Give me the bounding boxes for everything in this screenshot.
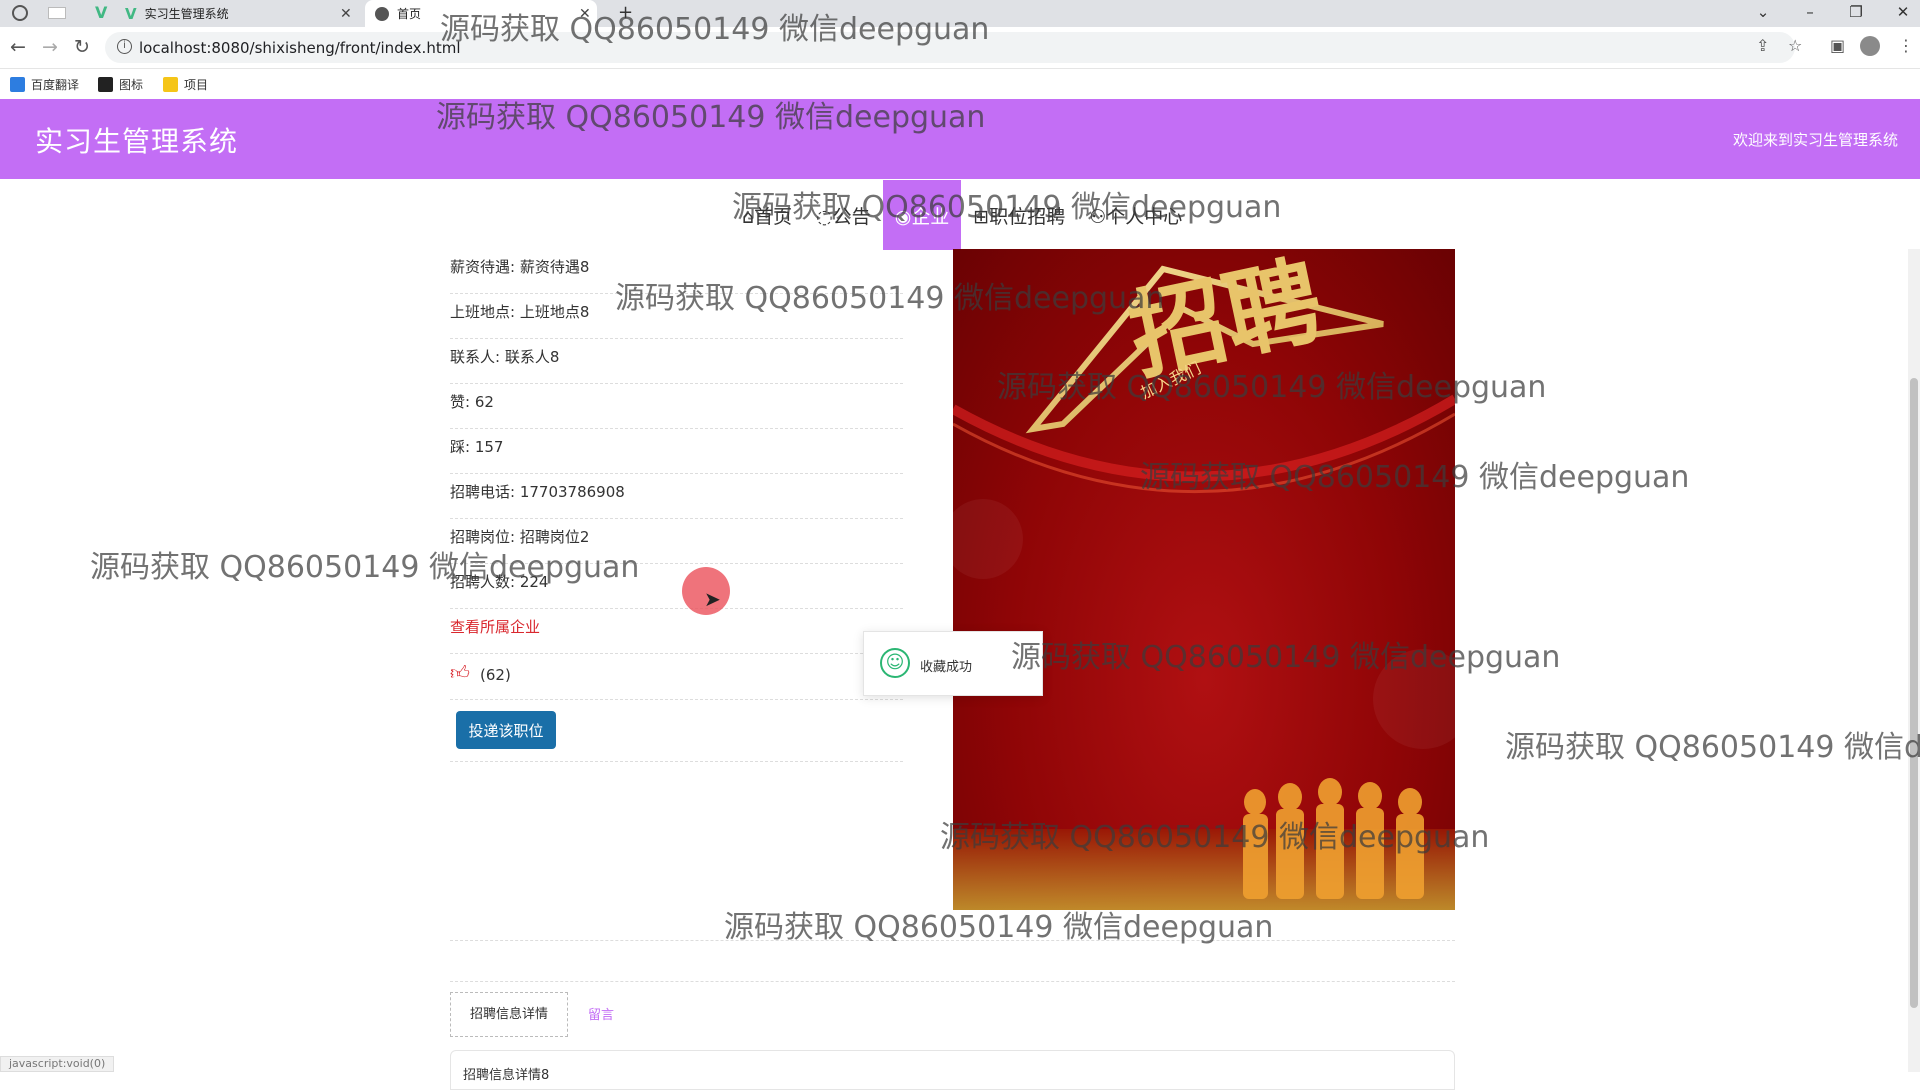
bookmark-label: 图标 (119, 78, 144, 92)
toast-message: 收藏成功 (920, 660, 973, 675)
watermark: 源码获取 QQ86050149 微信deepguan (440, 12, 990, 47)
watermark: 源码获取 QQ86050149 微信deepguan (1140, 460, 1690, 495)
site-title: 实习生管理系统 (35, 125, 239, 158)
bookmark-icons[interactable]: 图标 (98, 76, 143, 93)
bookmark-baidu-translate[interactable]: 百度翻译 (10, 76, 79, 93)
watermark: 源码获取 QQ86050149 微信deepguan (436, 100, 986, 135)
star-icon[interactable]: ☆ (1788, 36, 1802, 55)
watermark: 源码获取 QQ86050149 微信deepguan (1505, 730, 1920, 765)
like-row: 👍︎ (62) (450, 650, 903, 700)
contact-row: 联系人: 联系人8 (450, 339, 903, 384)
back-icon[interactable]: ← (6, 36, 30, 58)
share-icon[interactable]: ⇪ (1756, 36, 1769, 55)
phone-row: 招聘电话: 17703786908 (450, 474, 903, 519)
smile-icon: ☺ (880, 648, 910, 678)
detail-content-text: 招聘信息详情8 (463, 1068, 550, 1083)
info-icon[interactable]: i (117, 39, 132, 54)
watermark: 源码获取 QQ86050149 微信deepguan (90, 550, 640, 585)
menu-icon[interactable]: ⋮ (1898, 36, 1914, 55)
view-company-row: 查看所属企业 (450, 609, 903, 654)
bookmark-project[interactable]: 项目 (163, 76, 208, 93)
bookmark-label: 项目 (184, 78, 209, 92)
vue-icon: V (125, 4, 137, 23)
vue-icon[interactable]: V (95, 3, 107, 22)
profile-icon[interactable] (1860, 36, 1880, 56)
tab-label: 实习生管理系统 (144, 7, 229, 21)
watermark: 源码获取 QQ86050149 微信deepguan (732, 190, 1282, 225)
recruitment-poster: 招聘 加入我们 (953, 249, 1455, 910)
image-icon (98, 77, 113, 92)
watermark: 源码获取 QQ86050149 微信deepguan (724, 910, 1274, 945)
minimize-icon[interactable]: – (1795, 3, 1825, 21)
folder-icon (163, 77, 178, 92)
watermark: 源码获取 QQ86050149 微信deepguan (615, 281, 1165, 316)
globe-icon[interactable] (12, 5, 28, 21)
cursor-icon: ➤ (704, 587, 721, 611)
thumbs-up-icon[interactable]: 👍︎ (450, 662, 470, 685)
apply-job-button[interactable]: 投递该职位 (456, 711, 556, 749)
tab-job-detail[interactable]: 招聘信息详情 (450, 992, 568, 1037)
detail-content: 招聘信息详情8 (450, 1050, 1455, 1090)
welcome-text: 欢迎来到实习生管理系统 (1732, 131, 1898, 149)
divider (450, 761, 903, 762)
restore-icon[interactable]: ❐ (1841, 3, 1871, 21)
status-bar: javascript:void(0) (0, 1056, 115, 1072)
bookmark-label: 百度翻译 (31, 78, 80, 92)
watermark: 源码获取 QQ86050149 微信deepguan (1011, 640, 1561, 675)
reload-icon[interactable]: ↻ (70, 36, 94, 58)
globe-icon (375, 6, 389, 21)
blank-tab-icon[interactable] (48, 7, 66, 19)
divider (450, 981, 1455, 982)
forward-icon[interactable]: → (38, 36, 62, 58)
likes-row: 赞: 62 (450, 384, 903, 429)
close-icon[interactable]: ✕ (340, 6, 352, 22)
tab-comments[interactable]: 留言 (588, 1004, 614, 1023)
scrollbar-thumb[interactable] (1910, 378, 1918, 1008)
watermark: 源码获取 QQ86050149 微信deepguan (940, 820, 1490, 855)
url-text[interactable]: localhost:8080/shixisheng/front/index.ht… (139, 39, 461, 57)
dislikes-row: 踩: 157 (450, 429, 903, 474)
tab-search-icon[interactable]: ⌄ (1748, 3, 1778, 21)
like-count: (62) (480, 666, 511, 684)
sidepanel-icon[interactable]: ▣ (1830, 36, 1845, 55)
watermark: 源码获取 QQ86050149 微信deepguan (997, 370, 1547, 405)
close-window-icon[interactable]: ✕ (1888, 3, 1918, 21)
translate-icon (10, 77, 25, 92)
view-company-link[interactable]: 查看所属企业 (450, 618, 540, 636)
tab-label: 首页 (397, 7, 422, 21)
tab-internship-system[interactable]: V 实习生管理系统 ✕ (125, 0, 355, 27)
